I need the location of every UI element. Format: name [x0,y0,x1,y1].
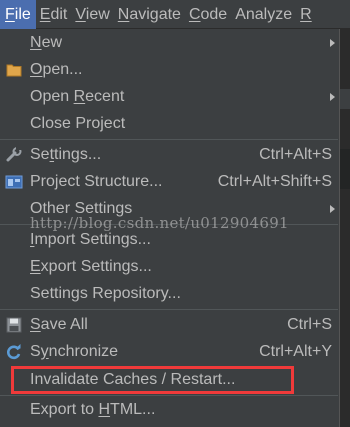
menu-item-label: Synchronize [30,342,119,360]
menu-view[interactable]: View [71,0,113,29]
menu-item-import-settings[interactable]: Import Settings... [0,226,338,253]
menu-item-open-recent[interactable]: Open Recent [0,83,338,110]
folder-icon [5,62,23,78]
menu-item-synchronize[interactable]: Synchronize Ctrl+Alt+Y [0,338,338,365]
menu-item-project-structure[interactable]: Project Structure... Ctrl+Alt+Shift+S [0,168,338,195]
menu-item-other-settings[interactable]: Other Settings [0,195,338,222]
menu-item-export-html[interactable]: Export to HTML... [0,396,338,423]
menu-item-label: Invalidate Caches / Restart... [30,370,236,388]
menu-item-save-all[interactable]: Save All Ctrl+S [0,311,338,338]
menu-item-label: Settings... [30,145,102,163]
menu-item-label: Export Settings... [30,257,152,275]
menu-separator [0,309,338,310]
project-structure-icon [5,174,23,190]
menu-refactor-partial[interactable]: R [296,0,316,29]
file-menu-dropdown: New Open... Open Recent Close Project Se… [0,29,340,427]
menu-item-close-project[interactable]: Close Project [0,110,338,137]
menu-navigate-mnemonic: N [117,5,130,23]
menu-item-settings-repository[interactable]: Settings Repository... [0,280,338,307]
menu-file[interactable]: File [0,0,36,29]
menu-navigate-label: avigate [129,5,181,23]
submenu-arrow-icon [330,204,335,213]
menu-item-shortcut: Ctrl+Alt+Shift+S [217,172,332,190]
menu-refactor-mnemonic: R [300,5,312,23]
menu-item-invalidate-caches[interactable]: Invalidate Caches / Restart... [0,366,338,393]
menu-bar: File Edit View Navigate Code Analyze R [0,0,350,29]
menu-file-mnemonic: F [5,5,15,23]
menu-item-label: Other Settings [30,199,133,217]
menu-item-label: New [30,33,63,51]
menu-file-label: ile [14,5,31,23]
menu-item-new[interactable]: New [0,29,338,56]
menu-separator [0,224,338,225]
menu-item-shortcut: Ctrl+Alt+S [259,145,332,163]
menu-item-label: Settings Repository... [30,284,181,302]
menu-analyze-label: Analyze [235,5,293,23]
menu-edit-mnemonic: E [39,5,51,23]
menu-item-label: Project Structure... [30,172,163,190]
menu-item-label: Save All [30,315,88,333]
menu-item-open[interactable]: Open... [0,56,338,83]
menu-edit[interactable]: Edit [36,0,72,29]
menu-item-label: Export to HTML... [30,400,156,418]
menu-view-mnemonic: V [75,5,86,23]
menu-item-export-settings[interactable]: Export Settings... [0,253,338,280]
sync-icon [5,343,23,360]
menu-item-label: Open Recent [30,87,125,105]
menu-item-settings[interactable]: Settings... Ctrl+Alt+S [0,141,338,168]
wrench-icon [5,146,23,163]
menu-edit-label: dit [50,5,68,23]
menu-code-mnemonic: C [188,5,201,23]
menu-item-label: Import Settings... [30,230,151,248]
menu-item-label: Close Project [30,114,126,132]
menu-separator [0,139,338,140]
menu-view-label: iew [85,5,110,23]
menu-code-label: ode [200,5,228,23]
submenu-arrow-icon [330,92,335,101]
menu-item-label: Open... [30,60,83,78]
save-icon [5,317,23,333]
submenu-arrow-icon [330,38,335,47]
menu-code[interactable]: Code [185,0,231,29]
ide-window: File Edit View Navigate Code Analyze R N… [0,0,350,427]
menu-navigate[interactable]: Navigate [114,0,185,29]
menu-analyze[interactable]: Analyze [231,0,296,29]
menu-item-shortcut: Ctrl+S [287,315,332,333]
menu-item-shortcut: Ctrl+Alt+Y [259,342,332,360]
